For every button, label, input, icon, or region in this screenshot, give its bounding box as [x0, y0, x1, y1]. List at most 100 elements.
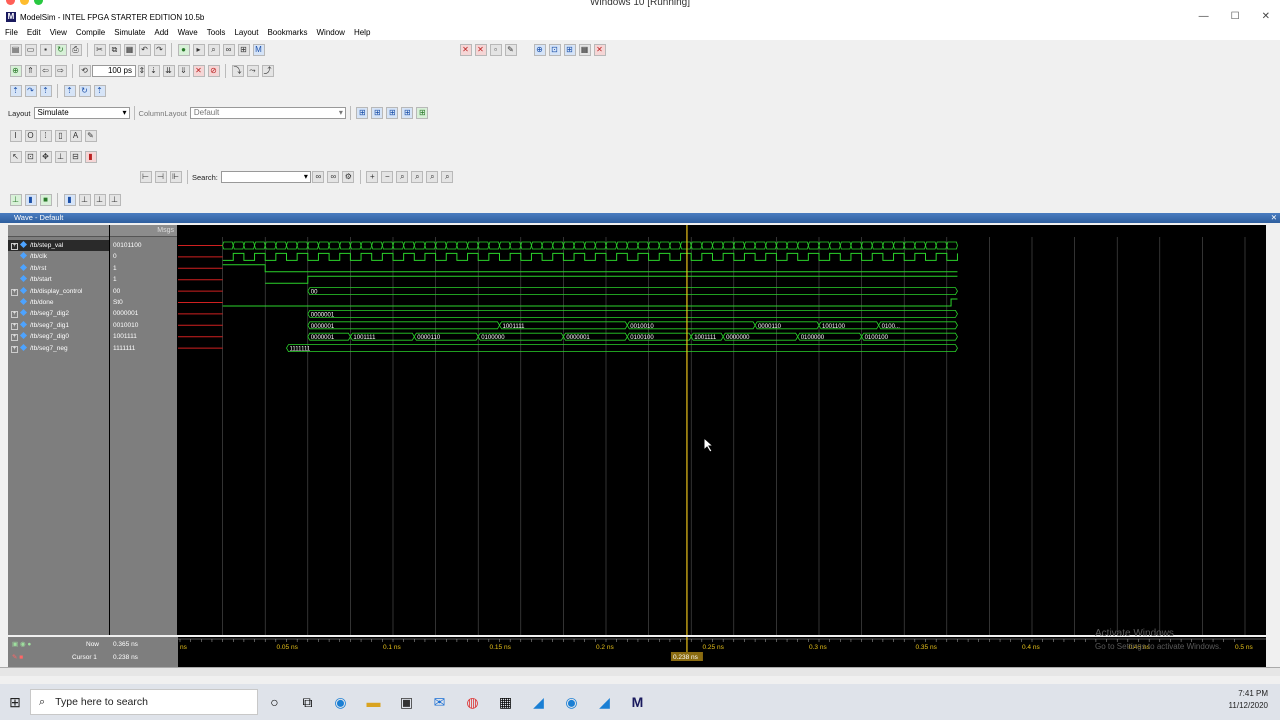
expand-icon[interactable]: + — [11, 243, 18, 250]
stop-icon[interactable]: ⊘ — [207, 65, 220, 77]
format-o-icon[interactable]: O — [24, 130, 37, 142]
wave-extra-icon[interactable]: ⊞ — [416, 107, 429, 119]
forward-icon[interactable]: ⇨ — [54, 65, 67, 77]
unmark-icon[interactable]: ✎ — [504, 44, 517, 56]
signal-row[interactable]: +/tb/clk — [8, 251, 109, 262]
run-all-icon[interactable]: ⇓ — [177, 65, 190, 77]
format-1-icon[interactable]: I — [9, 130, 22, 142]
expand-icon[interactable]: + — [11, 345, 18, 353]
menu-wave[interactable]: Wave — [178, 28, 198, 37]
schematic-icon[interactable]: ⊡ — [548, 44, 561, 56]
format-int-icon[interactable]: ▯ — [54, 130, 67, 142]
cut-icon[interactable]: ✂ — [93, 44, 106, 56]
taskbar-date[interactable]: 11/12/2020 — [1229, 700, 1268, 712]
browser-icon[interactable]: ◉ — [555, 694, 588, 711]
quartus-prime-icon[interactable]: ◢ — [588, 694, 621, 711]
back-icon[interactable]: ⇦ — [39, 65, 52, 77]
signal-row[interactable]: +/tb/start — [8, 274, 109, 285]
compile-all-icon[interactable]: ▸ — [192, 44, 205, 56]
minimize-icon[interactable]: — — [1199, 11, 1209, 22]
signal-row[interactable]: + /tb/seg7_dig1 — [8, 320, 109, 331]
wave-pane[interactable]: +/tb/step_val+/tb/clk+/tb/rst+/tb/start+… — [8, 225, 1266, 635]
format-wand-icon[interactable]: ✎ — [84, 130, 97, 142]
open-folder-icon[interactable]: ▭ — [24, 44, 37, 56]
edge-next-icon[interactable]: ⊥ — [78, 194, 91, 206]
menu-edit[interactable]: Edit — [27, 28, 41, 37]
undo-icon[interactable]: ↶ — [138, 44, 151, 56]
binoculars-icon[interactable]: ∞ — [222, 44, 235, 56]
signal-row[interactable]: + /tb/seg7_dig0 — [8, 331, 109, 342]
reverse-step-icon[interactable]: ⇡ — [93, 85, 106, 97]
search-options-icon[interactable]: ⚙ — [342, 171, 355, 183]
menu-tools[interactable]: Tools — [207, 28, 226, 37]
step-out-icon[interactable]: ⤴ — [261, 65, 274, 77]
mail-icon[interactable]: ✉ — [423, 694, 456, 711]
lock-cursor-icon[interactable]: ⊩ — [169, 171, 182, 183]
break-sim-icon[interactable]: ✕ — [192, 65, 205, 77]
menu-window[interactable]: Window — [316, 28, 344, 37]
close-dot-icon[interactable] — [6, 0, 15, 5]
horizontal-scrollbar[interactable] — [0, 667, 1280, 676]
menu-file[interactable]: File — [5, 28, 18, 37]
copy-icon[interactable]: ⧉ — [108, 44, 121, 56]
edge-falling-icon[interactable]: ▮ — [24, 194, 37, 206]
dataflow-icon[interactable]: ⊕ — [533, 44, 546, 56]
waveform-canvas[interactable]: 00 0000001 0000001 1001111 0010010 0000110 100… — [178, 225, 1266, 635]
delete-cursor-icon[interactable]: ⊣ — [154, 171, 167, 183]
zoom-full-icon[interactable]: ⌕ — [396, 171, 409, 183]
task-view-icon[interactable]: ⧉ — [291, 694, 324, 711]
zoom-mode-icon[interactable]: ⊡ — [24, 151, 37, 163]
delete-marks-icon[interactable]: ✕ — [474, 44, 487, 56]
wave-divider-icon[interactable]: ⊞ — [386, 107, 399, 119]
signal-row[interactable]: + /tb/seg7_dig2 — [8, 308, 109, 319]
continue-icon[interactable]: ⇊ — [162, 65, 175, 77]
redo-icon[interactable]: ↷ — [153, 44, 166, 56]
7zip-icon[interactable]: ▦ — [489, 694, 522, 711]
menu-simulate[interactable]: Simulate — [114, 28, 145, 37]
restart-icon[interactable]: ⟲ — [78, 65, 91, 77]
up-hierarchy-icon[interactable]: ⇑ — [24, 65, 37, 77]
zoom-in-icon[interactable]: + — [366, 171, 379, 183]
modelsim-m-icon[interactable]: M — [252, 44, 265, 56]
taskbar-search-box[interactable]: ⌕ Type here to search — [30, 689, 258, 715]
expand-icon[interactable]: + — [11, 311, 18, 319]
edge-any-icon[interactable]: ■ — [39, 194, 52, 206]
chrome-icon[interactable]: ◍ — [456, 694, 489, 711]
run-length-input[interactable]: 100 ps — [92, 65, 136, 77]
quartus-icon[interactable]: ◢ — [522, 694, 555, 711]
edge-browser-icon[interactable]: ◉ — [324, 694, 357, 711]
menu-bookmarks[interactable]: Bookmarks — [267, 28, 307, 37]
wave-add-icon[interactable]: ⊞ — [356, 107, 369, 119]
cursor-pane[interactable]: ▣ ◉ ● Now 0.365 ns ✎ ■ Cursor 1 0.238 ns… — [8, 637, 1266, 667]
memory-icon[interactable]: ▦ — [578, 44, 591, 56]
run-length-spinner[interactable]: ⇕ — [137, 65, 145, 77]
expand-icon[interactable]: + — [11, 322, 18, 330]
save-icon[interactable]: ▪ — [39, 44, 52, 56]
step-out-blue-icon[interactable]: ⇡ — [39, 85, 52, 97]
cortana-icon[interactable]: ○ — [258, 694, 291, 710]
zoom-range-icon[interactable]: ⌕ — [426, 171, 439, 183]
column-layout-select[interactable]: Default — [189, 107, 346, 119]
signal-row[interactable]: +/tb/rst — [8, 263, 109, 274]
new-file-icon[interactable]: ▤ — [9, 44, 22, 56]
step-over-blue-icon[interactable]: ↷ — [24, 85, 37, 97]
zoom-cursor-icon[interactable]: ⌕ — [411, 171, 424, 183]
edit-mode-icon[interactable]: ⊥ — [54, 151, 67, 163]
taskbar-time[interactable]: 7:41 PM — [1229, 688, 1268, 700]
search-binoculars-icon[interactable]: ∞ — [312, 171, 325, 183]
maximize-icon[interactable]: ☐ — [1231, 11, 1240, 22]
wave-search-input[interactable] — [220, 171, 311, 183]
edge-rising-icon[interactable]: ⊥ — [9, 194, 22, 206]
menu-compile[interactable]: Compile — [76, 28, 105, 37]
mark-icon[interactable]: ▫ — [489, 44, 502, 56]
edge-last-icon[interactable]: ⊥ — [108, 194, 121, 206]
expand-icon[interactable]: + — [11, 334, 18, 342]
minimize-dot-icon[interactable] — [20, 0, 29, 5]
step-over-icon[interactable]: ⤳ — [246, 65, 259, 77]
step-back-icon[interactable]: ⇡ — [63, 85, 76, 97]
grid-icon[interactable]: ⊞ — [563, 44, 576, 56]
hierarchy-icon[interactable]: ⊞ — [237, 44, 250, 56]
reload-icon[interactable]: ↻ — [54, 44, 67, 56]
cursor-pane-icons[interactable]: ▣ ◉ ● — [12, 638, 31, 651]
edge-first-icon[interactable]: ⊥ — [93, 194, 106, 206]
